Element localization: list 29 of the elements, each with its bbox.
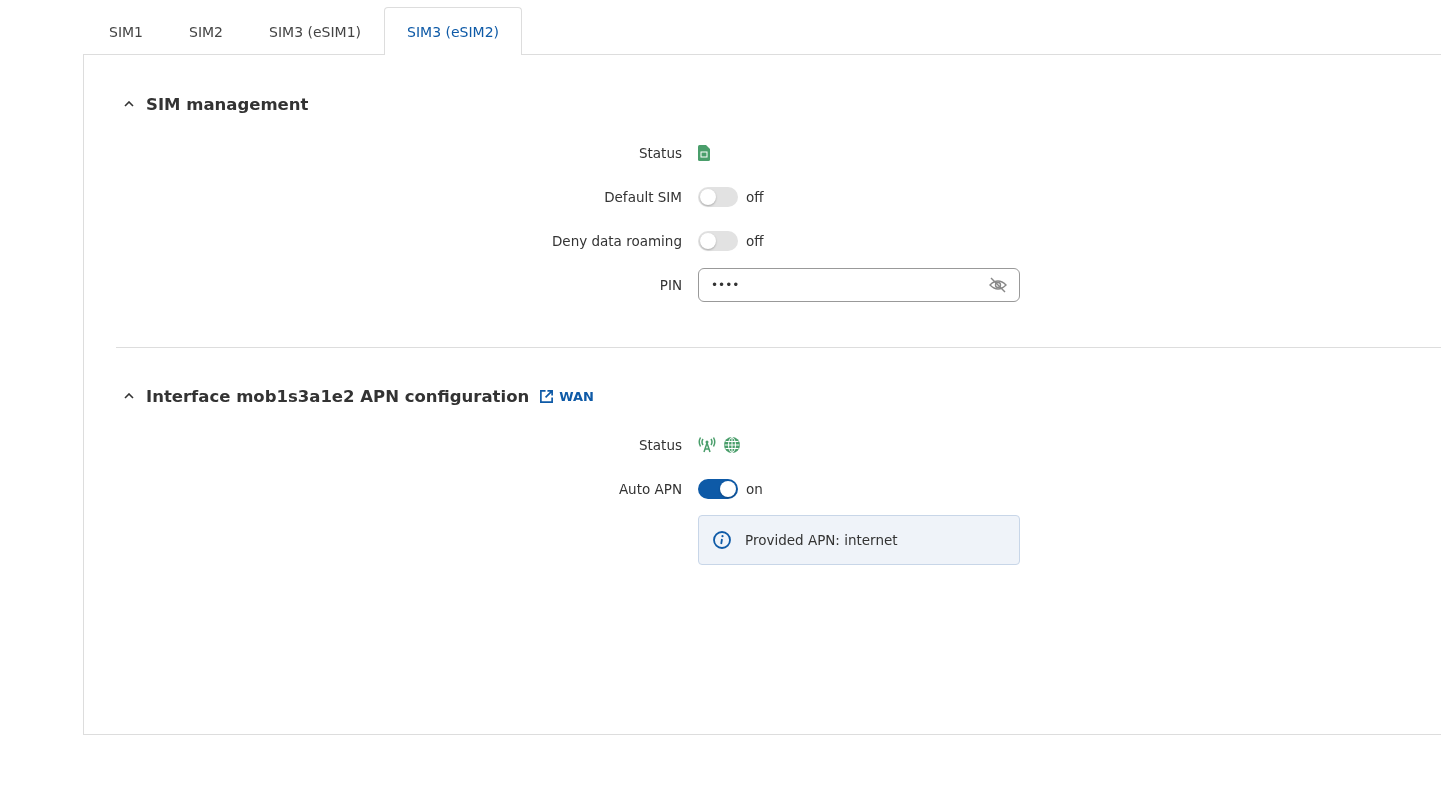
tab[interactable]: SIM3 (eSIM1) — [246, 7, 385, 55]
wan-link[interactable]: WAN — [539, 388, 594, 404]
external-link-icon — [539, 388, 555, 404]
info-text: Provided APN: internet — [745, 532, 898, 548]
info-icon — [713, 531, 731, 549]
field-label: Deny data roaming — [551, 233, 682, 249]
field-label: Status — [638, 145, 682, 161]
toggle-switch[interactable] — [698, 231, 738, 251]
toggle-state-text: off — [746, 233, 764, 249]
sim-card-icon — [698, 145, 710, 161]
field-label: Auto APN — [618, 481, 682, 497]
field-label: Status — [638, 437, 682, 453]
field-label: PIN — [659, 277, 682, 293]
toggle-switch[interactable] — [698, 187, 738, 207]
tab[interactable]: SIM3 (eSIM2) — [384, 7, 523, 55]
section-title: Interface mob1s3a1e2 APN configuration — [146, 386, 530, 406]
pin-field[interactable]: •••• — [698, 268, 1020, 302]
tab[interactable]: SIM2 — [166, 7, 247, 55]
section-title: SIM management — [146, 94, 309, 114]
toggle-switch[interactable] — [698, 479, 738, 499]
toggle-state-text: off — [746, 189, 764, 205]
field-label: Default SIM — [604, 189, 682, 205]
chevron-icon[interactable] — [124, 101, 134, 107]
antenna-signal-icon — [698, 437, 716, 453]
hidden-eye-icon[interactable] — [989, 277, 1007, 293]
chevron-icon[interactable] — [124, 393, 134, 399]
tab[interactable]: SIM1 — [86, 7, 166, 55]
globe-icon — [724, 437, 740, 453]
toggle-state-text: on — [746, 481, 763, 497]
